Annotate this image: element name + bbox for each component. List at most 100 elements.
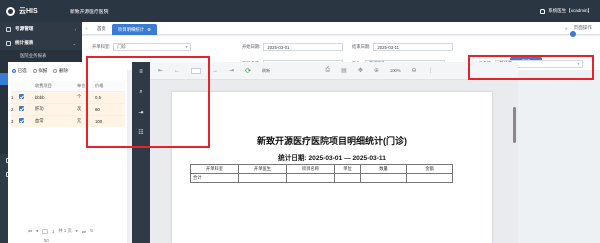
viewer-toolbar: ⇤ ← → ⇥ ⟳ 刷新 ⎙ ▤ ✥ ⊕ 100% ⊖ ⋮	[150, 62, 518, 80]
page-size-select[interactable]: 50	[44, 238, 49, 243]
start-date-label: 开始日期:	[242, 44, 261, 49]
page-input[interactable]	[191, 67, 202, 74]
report-col-header: 开单科室	[190, 164, 239, 174]
row-checkbox[interactable]	[19, 114, 35, 127]
add-icon[interactable]	[570, 31, 576, 37]
zoom-in-icon[interactable]: ⊕	[374, 67, 379, 74]
refresh-icon[interactable]: ↻	[90, 228, 94, 234]
prev-page-icon[interactable]: ◂	[36, 228, 38, 234]
logo-icon	[6, 6, 15, 16]
item-unit: 次	[77, 102, 95, 115]
last-page-icon[interactable]: ⇥	[229, 67, 234, 74]
col-header	[19, 81, 35, 91]
tab-home[interactable]: 首页	[91, 22, 112, 35]
radio-dot[interactable]	[12, 69, 16, 73]
end-date-filter: 结束日期: 2025-03-11	[352, 42, 454, 52]
prev-page-icon[interactable]: ←	[174, 68, 180, 74]
dept-filter: 开单科室: 门诊 ▾	[92, 42, 192, 52]
first-page-icon[interactable]: ⏮	[28, 229, 32, 234]
table-row[interactable]: 3 血常 元 100	[11, 114, 125, 127]
radio-label: 已选	[17, 68, 27, 73]
next-page-icon[interactable]: ▸	[76, 228, 78, 234]
chevron-right-icon: ›	[74, 26, 76, 32]
item-price: 80	[95, 102, 125, 115]
logo-text: 云HIS	[19, 8, 38, 15]
refresh-icon[interactable]: ⟳	[245, 67, 251, 75]
report-cell	[406, 173, 453, 183]
page-total: 共 1 页	[58, 228, 72, 233]
bell-icon[interactable]	[540, 8, 546, 14]
tab-scroll-left-icon[interactable]: «	[82, 22, 91, 35]
page-number-input[interactable]	[42, 228, 49, 234]
row-checkbox[interactable]	[19, 102, 35, 115]
tab-item-detail[interactable]: 项目明细统计 ⊗	[111, 23, 157, 35]
radio-dot[interactable]	[32, 69, 37, 73]
report-page: 新致开源医疗医院项目明细统计(门诊) 统计日期: 2025-03-01 — 20…	[172, 92, 492, 243]
report-table: 开单科室 开单医生 项目名称 单位 数量 金额 合计	[190, 164, 453, 183]
chart-icon	[6, 40, 11, 46]
print-icon[interactable]: ⎙	[325, 67, 330, 74]
next-page-icon[interactable]: →	[212, 68, 218, 74]
radio-deleted[interactable]: 删除	[53, 68, 68, 74]
export-icon[interactable]: ⇥	[132, 102, 150, 122]
item-name: 血常	[35, 114, 77, 127]
radio-selected[interactable]: 已选	[12, 68, 27, 74]
row-checkbox[interactable]	[19, 90, 35, 103]
start-date-filter: 开始日期: 2025-03-01	[242, 42, 344, 52]
radio-label: 删除	[58, 68, 69, 73]
page-options-menu[interactable]: 页面操作	[574, 25, 592, 31]
table-row[interactable]: 1 bbbb 个 0.5	[11, 90, 125, 103]
settings-icon[interactable]: ☷	[132, 122, 150, 142]
search-icon[interactable]: ⌕	[132, 82, 150, 102]
report-col-header: 单位	[334, 164, 361, 174]
row-number: 2	[11, 102, 19, 115]
radio-dot[interactable]	[53, 69, 58, 73]
item-price: 100	[95, 114, 125, 127]
item-unit: 个	[77, 90, 95, 103]
tab-scroll-right-icon[interactable]: »	[565, 26, 568, 31]
menu-section-registration[interactable]: 号源管理 ›	[0, 22, 82, 36]
save-icon[interactable]: ▤	[341, 67, 347, 74]
report-cell	[238, 173, 287, 183]
menu-icon[interactable]: ≡	[132, 62, 150, 82]
col-header: 单位	[77, 81, 95, 91]
user-menu[interactable]: 系统医生【xcadmin】	[540, 0, 592, 22]
tab-bar: « 首页 项目明细统计 ⊗ » 页面操作	[82, 22, 600, 35]
pan-icon[interactable]: ✥	[358, 67, 363, 74]
report-date-range: 统计日期: 2025-03-01 — 2025-03-11	[278, 155, 386, 162]
zoom-out-icon[interactable]: ⊖	[412, 67, 417, 74]
zoom-level[interactable]: 100%	[390, 68, 401, 73]
report-col-header: 数量	[360, 164, 407, 174]
menu-section-reports[interactable]: 统计报表 ⌄	[0, 36, 82, 50]
checkbox-checked-icon[interactable]	[19, 94, 24, 99]
sidebar-item[interactable]: 医院业务报表	[0, 50, 82, 62]
checkbox-checked-icon[interactable]	[19, 118, 24, 124]
user-name[interactable]: 系统医生【xcadmin】	[548, 8, 592, 14]
scrollbar-thumb[interactable]	[513, 107, 516, 143]
end-date-input[interactable]: 2025-03-11	[373, 43, 454, 51]
total-label: 合计	[190, 173, 239, 183]
dept-select[interactable]: 门诊 ▾	[113, 43, 192, 51]
viewer-sidebar: ≡ ⌕ ⇥ ☷	[132, 62, 150, 243]
first-page-icon[interactable]: ⇤	[158, 67, 163, 74]
calendar-icon	[6, 26, 11, 32]
chevron-down-icon: ▾	[185, 45, 188, 49]
close-icon[interactable]: ⊗	[147, 24, 151, 35]
dept-label: 开单科室:	[92, 44, 111, 49]
report-cell	[286, 173, 335, 183]
chevron-down-icon: ⌄	[72, 40, 76, 46]
start-date-input[interactable]: 2025-03-01	[263, 43, 344, 51]
report-col-header: 项目名称	[286, 164, 335, 174]
radio-pending[interactable]: 拟报	[32, 68, 47, 74]
checkbox-checked-icon[interactable]	[19, 106, 24, 111]
table-row[interactable]: 2 肝功 次 80	[11, 102, 125, 115]
page-box[interactable]	[191, 67, 202, 74]
report-cell	[334, 173, 361, 183]
more-icon[interactable]: ⋮	[428, 67, 434, 74]
item-price: 0.5	[95, 90, 125, 103]
fee-item-table: 收费项目 单位 价格 1 bbbb 个 0.5 2 肝功 次 80 3 血常 元…	[11, 81, 125, 127]
last-page-icon[interactable]: ⏭	[82, 229, 86, 234]
tab-tools: » 页面操作	[565, 25, 600, 31]
table-header-row: 收费项目 单位 价格	[11, 81, 125, 91]
report-header-row: 开单科室 开单医生 项目名称 单位 数量 金额	[190, 164, 453, 174]
